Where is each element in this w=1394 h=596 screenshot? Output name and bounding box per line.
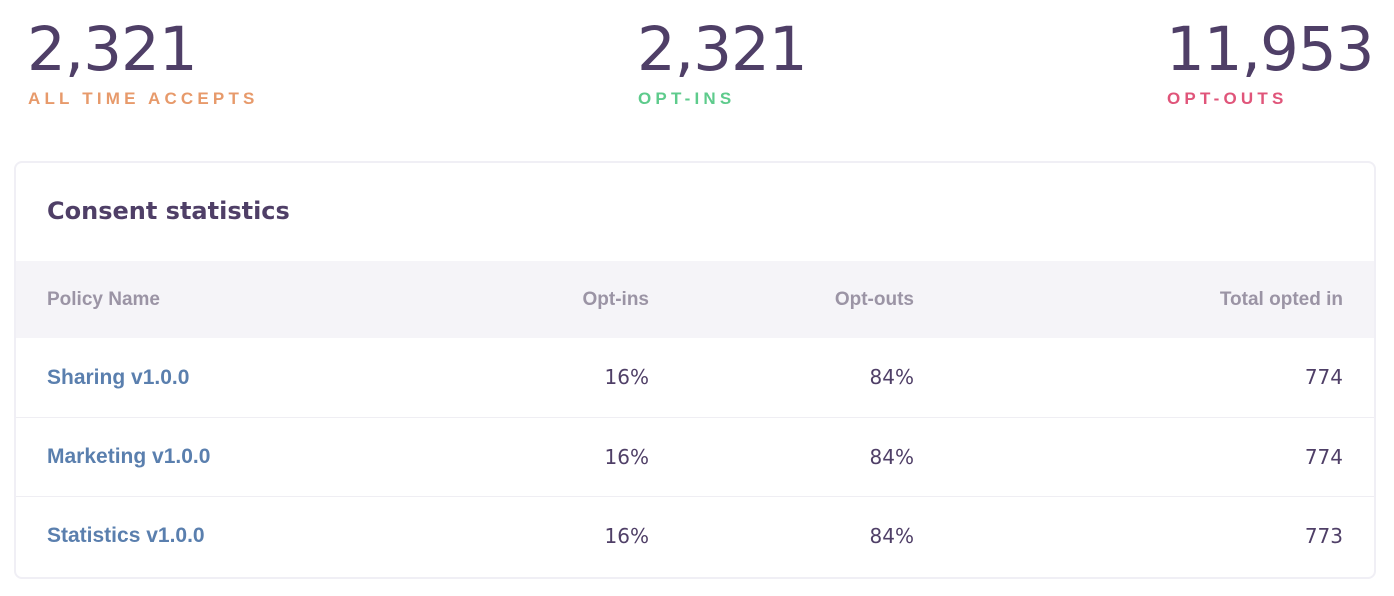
opt-outs-cell: 84% [869,523,914,548]
stat-label: ALL TIME ACCEPTS [28,89,259,108]
policy-link[interactable]: Marketing v1.0.0 [47,445,210,468]
stat-value: 2,321 [27,14,198,85]
stats-summary: 2,321 ALL TIME ACCEPTS 2,321 OPT-INS 11,… [0,0,1394,150]
table-row: Statistics v1.0.0 16% 84% 773 [16,496,1374,575]
opt-outs-cell: 84% [869,444,914,469]
column-header-opt-outs: Opt-outs [834,288,914,310]
total-opted-in-cell: 773 [1304,523,1343,548]
total-opted-in-cell: 774 [1304,365,1343,390]
column-header-policy-name: Policy Name [47,288,160,310]
opt-ins-cell: 16% [604,444,649,469]
opt-ins-cell: 16% [604,365,649,390]
column-header-opt-ins: Opt-ins [582,288,650,310]
stat-opt-outs: 11,953 OPT-OUTS [1166,14,1374,109]
table-row: Sharing v1.0.0 16% 84% 774 [16,338,1374,417]
policy-link[interactable]: Statistics v1.0.0 [47,524,205,547]
table-row: Marketing v1.0.0 16% 84% 774 [16,417,1374,496]
stat-opt-ins: 2,321 OPT-INS [637,14,808,109]
stat-value: 11,953 [1166,14,1374,85]
opt-outs-cell: 84% [869,365,914,390]
stat-label: OPT-INS [638,89,736,108]
stat-label: OPT-OUTS [1167,89,1288,108]
column-header-total-opted-in: Total opted in [1219,288,1343,310]
stat-value: 2,321 [637,14,808,85]
consent-table: Policy Name Opt-ins Opt-outs Total opted… [16,261,1374,575]
policy-link[interactable]: Sharing v1.0.0 [47,366,189,389]
opt-ins-cell: 16% [604,523,649,548]
card-title: Consent statistics [47,197,290,225]
consent-statistics-card: Consent statistics Policy Name Opt-ins O… [14,161,1376,579]
stat-all-time-accepts: 2,321 ALL TIME ACCEPTS [27,14,259,109]
table-header-row: Policy Name Opt-ins Opt-outs Total opted… [16,261,1374,338]
total-opted-in-cell: 774 [1304,444,1343,469]
